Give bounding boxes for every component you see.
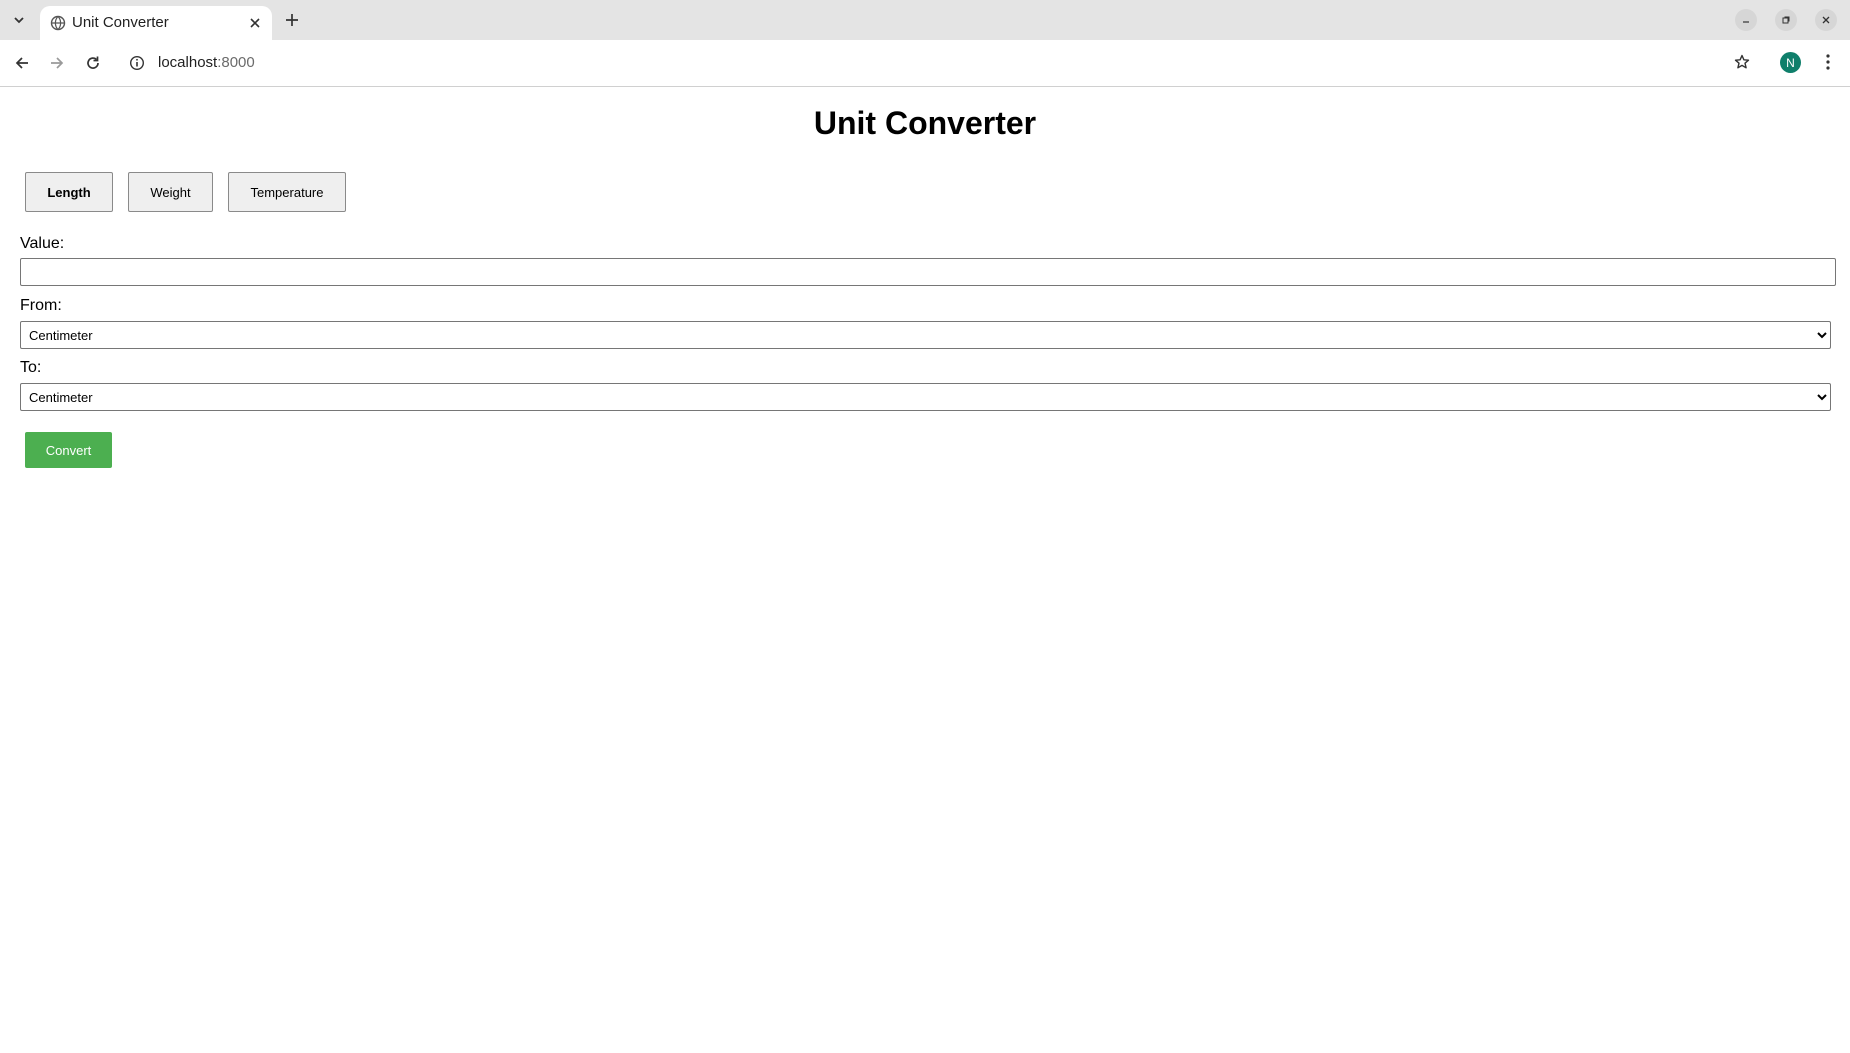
close-tab-icon[interactable]	[244, 12, 266, 34]
kebab-menu-icon[interactable]	[1816, 50, 1840, 74]
page-content: Unit Converter Length Weight Temperature…	[0, 87, 1850, 1053]
tab-weight[interactable]: Weight	[128, 172, 213, 212]
to-label: To:	[20, 359, 42, 376]
tab-title: Unit Converter	[72, 14, 169, 31]
reload-icon[interactable]	[80, 50, 106, 76]
to-unit-select[interactable]: Centimeter	[20, 383, 1831, 411]
url-host: localhost	[158, 54, 218, 71]
site-info-icon[interactable]	[128, 54, 146, 72]
tab-temperature[interactable]: Temperature	[228, 172, 346, 212]
value-label: Value:	[20, 235, 65, 252]
profile-avatar[interactable]: N	[1780, 52, 1801, 73]
tab-search-chevron-icon[interactable]	[6, 7, 32, 33]
close-window-icon[interactable]	[1815, 9, 1837, 31]
address-bar[interactable]: localhost:8000	[122, 46, 1722, 80]
bookmark-star-icon[interactable]	[1730, 50, 1754, 74]
tab-strip: Unit Converter	[0, 0, 1850, 40]
url-text: localhost:8000	[158, 54, 255, 71]
value-input[interactable]	[20, 258, 1836, 286]
tab-length[interactable]: Length	[25, 172, 113, 212]
new-tab-plus-icon[interactable]	[280, 8, 304, 32]
browser-tab-active[interactable]: Unit Converter	[40, 6, 272, 40]
page-title: Unit Converter	[813, 105, 1037, 141]
restore-icon[interactable]	[1775, 9, 1797, 31]
minimize-icon[interactable]	[1735, 9, 1757, 31]
browser-toolbar: localhost:8000 N	[0, 40, 1850, 87]
globe-icon	[50, 15, 66, 31]
back-arrow-icon[interactable]	[9, 50, 35, 76]
from-label: From:	[20, 297, 62, 314]
convert-button[interactable]: Convert	[25, 432, 112, 468]
url-port: :8000	[217, 54, 255, 71]
from-unit-select[interactable]: Centimeter	[20, 321, 1831, 349]
forward-arrow-icon[interactable]	[44, 50, 70, 76]
